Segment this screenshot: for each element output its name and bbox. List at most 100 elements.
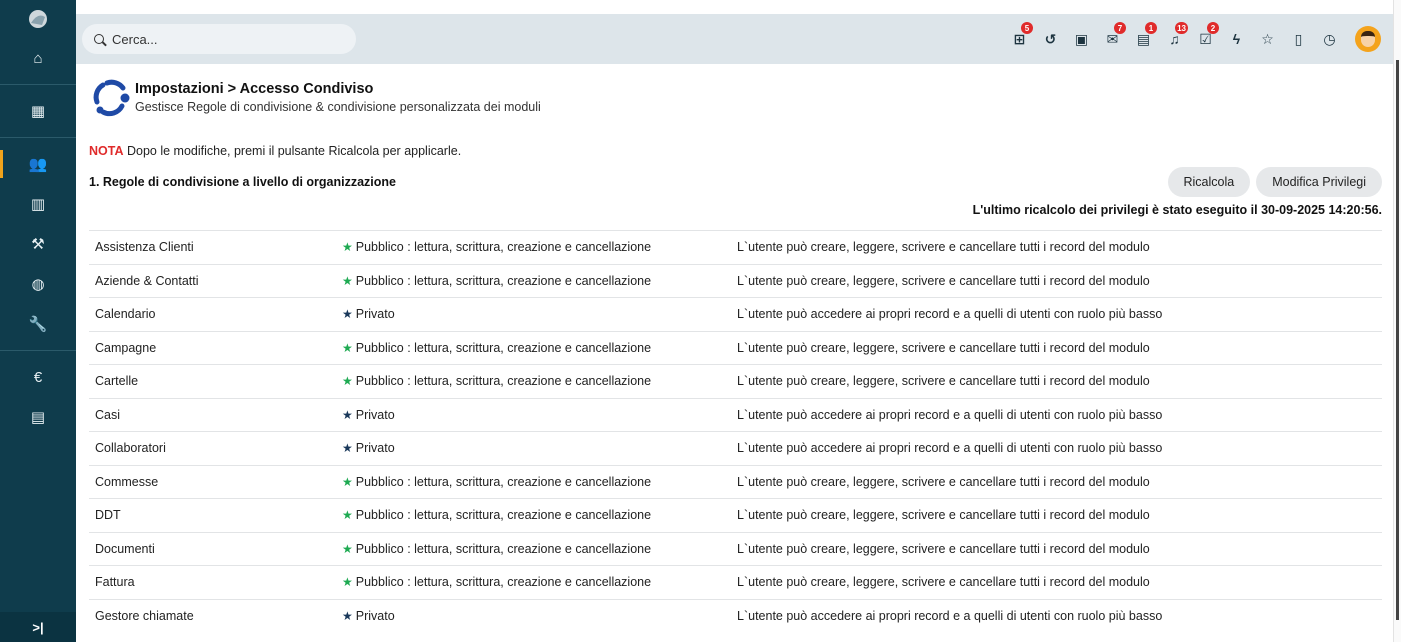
globe-icon: ◍ xyxy=(31,276,45,293)
app-logo[interactable] xyxy=(0,0,76,38)
sidebar-collapse-button[interactable]: >| xyxy=(0,612,76,642)
access-description: L`utente può creare, leggere, scrivere e… xyxy=(737,541,1150,556)
sharing-rules-table: Assistenza Clienti ★ Pubblico : lettura, s… xyxy=(89,230,1382,633)
access-description: L`utente può creare, leggere, scrivere e… xyxy=(737,575,1150,590)
access-description: L`utente può accedere ai propri record e… xyxy=(737,407,1163,422)
notification-badge: 1 xyxy=(1145,22,1157,34)
sidebar-item-calculator[interactable]: ▤ xyxy=(0,397,76,437)
access-level-cell: ★ Pubblico : lettura, scrittura, creazion… xyxy=(336,465,731,499)
module-name: DDT xyxy=(95,508,121,523)
main-content: Impostazioni > Accesso Condiviso Gestisc… xyxy=(89,74,1382,633)
star-icon: ★ xyxy=(342,240,353,255)
table-row[interactable]: Casi ★ Privato L`utente può accedere ai pro… xyxy=(89,398,1382,432)
table-row[interactable]: Fattura ★ Pubblico : lettura, scrittura, c… xyxy=(89,565,1382,600)
star-icon: ★ xyxy=(342,374,353,389)
users-icon: 👥 xyxy=(28,156,48,173)
table-row[interactable]: Campagne ★ Pubblico : lettura, scrittura, … xyxy=(89,331,1382,365)
star-icon: ★ xyxy=(342,273,353,288)
module-name: Gestore chiamate xyxy=(95,609,194,623)
chat-button[interactable]: ▤ 1 xyxy=(1128,22,1159,54)
access-description: L`utente può creare, leggere, scrivere e… xyxy=(737,340,1150,355)
sitemap-button[interactable]: ⊞ 5 xyxy=(1004,22,1035,54)
search-input[interactable] xyxy=(112,31,332,47)
section-title: 1. Regole di condivisione a livello di o… xyxy=(89,175,397,189)
sidebar-item-users[interactable]: 👥 xyxy=(0,144,76,184)
tasks-button[interactable]: ☑ 2 xyxy=(1190,22,1221,54)
history-button[interactable]: ↺ xyxy=(1035,24,1066,54)
app-logo-icon xyxy=(29,10,47,28)
sidebar-item-euro[interactable]: € xyxy=(0,357,76,397)
sidebar-item-wrench[interactable]: 🔧 xyxy=(0,304,76,344)
sidebar-item-home[interactable]: ⌂ xyxy=(0,38,76,78)
access-description: L`utente può accedere ai propri record e… xyxy=(737,307,1163,322)
gavel-icon: ⚒ xyxy=(31,236,45,253)
table-row[interactable]: Aziende & Contatti ★ Pubblico : lettura, s… xyxy=(89,264,1382,298)
notification-badge: 5 xyxy=(1021,22,1033,34)
star-icon: ★ xyxy=(342,307,353,322)
access-level-cell: ★ Pubblico : lettura, scrittura, creazion… xyxy=(336,365,731,399)
user-avatar[interactable] xyxy=(1355,26,1381,52)
building-icon: ▥ xyxy=(30,196,46,213)
access-description: L`utente può accedere ai propri record e… xyxy=(737,441,1163,456)
section-actions: Ricalcola Modifica Privilegi xyxy=(1167,167,1382,197)
table-row[interactable]: Commesse ★ Pubblico : lettura, scrittura, … xyxy=(89,465,1382,499)
recalculate-button[interactable]: Ricalcola xyxy=(1167,167,1251,197)
access-level: Pubblico : lettura, scrittura, creazione… xyxy=(355,374,652,389)
star-icon: ☆ xyxy=(1261,30,1274,47)
star-button[interactable]: ☆ xyxy=(1252,24,1283,54)
access-level-cell: ★ Pubblico : lettura, scrittura, creazion… xyxy=(336,499,731,533)
access-level-cell: ★ Privato xyxy=(336,432,731,466)
module-name: Aziende & Contatti xyxy=(95,273,199,288)
page-header: Impostazioni > Accesso Condiviso Gestisc… xyxy=(89,74,1382,120)
module-name: Calendario xyxy=(95,307,156,322)
module-name: Assistenza Clienti xyxy=(95,240,194,255)
access-level-cell: ★ Privato xyxy=(336,298,731,332)
table-row[interactable]: Documenti ★ Pubblico : lettura, scrittura,… xyxy=(89,532,1382,566)
table-row[interactable]: Cartelle ★ Pubblico : lettura, scrittura, … xyxy=(89,364,1382,399)
table-row[interactable]: Calendario ★ Privato L`utente può accedere … xyxy=(89,297,1382,332)
calendar-icon: ▣ xyxy=(1074,30,1089,47)
note-label: NOTA xyxy=(89,144,124,158)
sidebar-separator xyxy=(0,84,76,85)
sharing-logo-icon xyxy=(89,76,131,118)
sidebar-item-gavel[interactable]: ⚒ xyxy=(0,224,76,264)
table-row[interactable]: Gestore chiamate ★ Privato L`utente può acc… xyxy=(89,599,1382,633)
access-level: Pubblico : lettura, scrittura, creazione… xyxy=(355,508,652,523)
document-icon: ▯ xyxy=(1294,30,1303,47)
sidebar-item-globe[interactable]: ◍ xyxy=(0,264,76,304)
notification-badge: 7 xyxy=(1114,22,1126,34)
avatar-icon xyxy=(1361,31,1375,47)
document-button[interactable]: ▯ xyxy=(1283,24,1314,54)
bolt-button[interactable]: ϟ xyxy=(1221,24,1252,54)
access-level: Pubblico : lettura, scrittura, creazione… xyxy=(355,474,652,489)
access-description: L`utente può creare, leggere, scrivere e… xyxy=(737,474,1150,489)
mail-button[interactable]: ✉ 7 xyxy=(1097,22,1128,54)
page-title: Impostazioni > Accesso Condiviso xyxy=(135,80,374,97)
sidebar-item-building[interactable]: ▥ xyxy=(0,184,76,224)
sidebar-item-grid[interactable]: ▦ xyxy=(0,91,76,131)
star-icon: ★ xyxy=(342,575,353,590)
table-row[interactable]: Assistenza Clienti ★ Pubblico : lettura, s… xyxy=(89,230,1382,265)
stopwatch-button[interactable]: ◷ xyxy=(1314,24,1345,54)
notification-badge: 2 xyxy=(1207,22,1219,34)
scrollbar-thumb[interactable] xyxy=(1396,60,1399,620)
access-level: Pubblico : lettura, scrittura, creazione… xyxy=(355,575,652,590)
calendar-button[interactable]: ▣ xyxy=(1066,24,1097,54)
section-header: 1. Regole di condivisione a livello di o… xyxy=(89,167,1382,197)
sidebar-separator xyxy=(0,137,76,138)
top-bar: ⊞5 ↺ ▣ ✉7▤1♫13☑2 ϟ ☆ ▯ ◷ xyxy=(76,14,1393,64)
access-description: L`utente può creare, leggere, scrivere e… xyxy=(737,240,1150,255)
page-subtitle: Gestisce Regole di condivisione & condiv… xyxy=(135,99,541,114)
module-name: Documenti xyxy=(95,541,155,556)
star-icon: ★ xyxy=(342,407,353,422)
edit-privileges-button[interactable]: Modifica Privilegi xyxy=(1256,167,1382,197)
table-row[interactable]: Collaboratori ★ Privato L`utente può accede… xyxy=(89,431,1382,466)
search-box[interactable] xyxy=(82,24,356,54)
page-scrollbar[interactable] xyxy=(1393,0,1401,642)
star-icon: ★ xyxy=(342,340,353,355)
bell-button[interactable]: ♫ 13 xyxy=(1159,22,1190,54)
table-row[interactable]: DDT ★ Pubblico : lettura, scrittura, creaz… xyxy=(89,498,1382,533)
access-description: L`utente può creare, leggere, scrivere e… xyxy=(737,508,1150,523)
euro-icon: € xyxy=(33,368,43,386)
access-description: L`utente può accedere ai propri record e… xyxy=(737,609,1163,623)
